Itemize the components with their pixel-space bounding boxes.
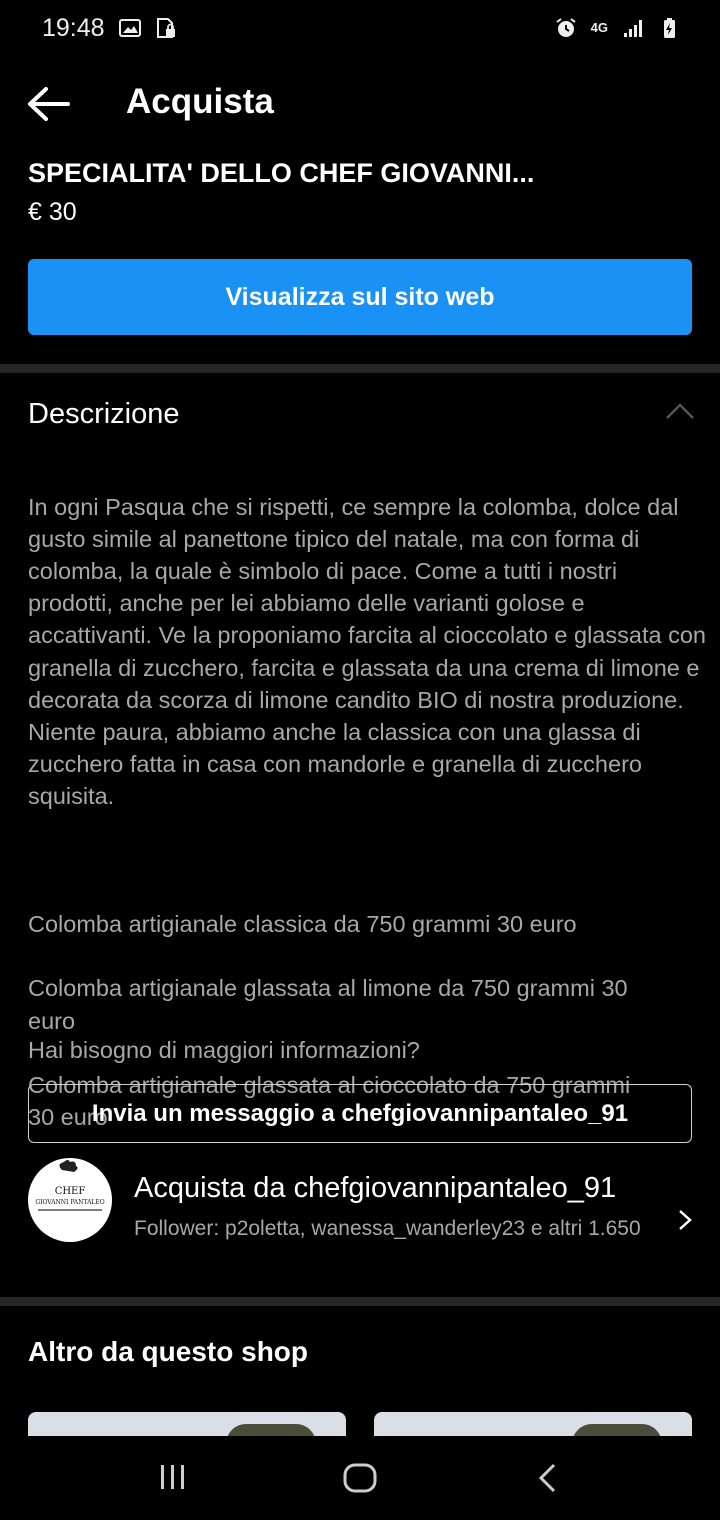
product-title: SPECIALITA' DELLO CHEF GIOVANNI...	[28, 158, 535, 188]
section-divider	[0, 364, 720, 373]
product-thumbnail[interactable]	[374, 1412, 692, 1436]
description-header[interactable]: Descrizione	[28, 398, 180, 431]
avatar: CHEF GIOVANNI PANTALEO	[28, 1158, 112, 1242]
system-nav-bar	[0, 1436, 720, 1520]
home-icon[interactable]	[342, 1462, 378, 1494]
image-icon	[118, 19, 141, 37]
variant-item: Colomba artigianale classica da 750 gram…	[28, 911, 577, 938]
shop-followers: Follower: p2oletta, wanessa_wanderley23 …	[134, 1217, 641, 1240]
status-bar: 19:48 4G	[0, 0, 720, 56]
battery-charging-icon	[664, 18, 675, 38]
chef-logo-icon: CHEF GIOVANNI PANTALEO	[35, 1160, 105, 1211]
product-thumbnail[interactable]	[28, 1412, 346, 1436]
product-price: € 30	[28, 198, 77, 226]
info-question: Hai bisogno di maggiori informazioni?	[28, 1037, 420, 1063]
status-left: 19:48	[42, 14, 177, 43]
4g-icon: 4G	[590, 20, 608, 35]
thumbnail-image	[572, 1424, 662, 1436]
signal-icon	[624, 20, 642, 37]
thumbnail-image	[226, 1424, 316, 1436]
shop-name: Acquista da chefgiovannipantaleo_91	[134, 1172, 617, 1204]
send-message-button[interactable]: Invia un messaggio a chefgiovannipantale…	[28, 1084, 692, 1143]
variant-item: Colomba artigianale glassata al limone d…	[28, 975, 628, 1034]
recents-icon[interactable]	[158, 1462, 188, 1492]
chevron-up-icon[interactable]	[664, 400, 696, 422]
back-icon[interactable]	[536, 1462, 560, 1494]
section-divider	[0, 1297, 720, 1306]
page-title: Acquista	[126, 82, 274, 121]
avatar-text: CHEF	[55, 1186, 86, 1197]
sim-lock-icon	[156, 18, 175, 38]
status-right: 4G	[555, 17, 680, 39]
view-on-website-button[interactable]: Visualizza sul sito web	[28, 259, 692, 335]
shop-row[interactable]: CHEF GIOVANNI PANTALEO Acquista da chefg…	[0, 1156, 720, 1276]
chevron-right-icon	[679, 1210, 692, 1230]
more-from-shop-title: Altro da questo shop	[28, 1336, 308, 1367]
header: Acquista	[0, 70, 720, 140]
arrow-left-icon[interactable]	[26, 84, 72, 124]
avatar-subtext: GIOVANNI PANTALEO	[35, 1199, 104, 1206]
status-time: 19:48	[42, 13, 105, 42]
alarm-icon	[556, 18, 576, 37]
description-paragraph: In ogni Pasqua che si rispetti, ce sempr…	[28, 494, 706, 809]
